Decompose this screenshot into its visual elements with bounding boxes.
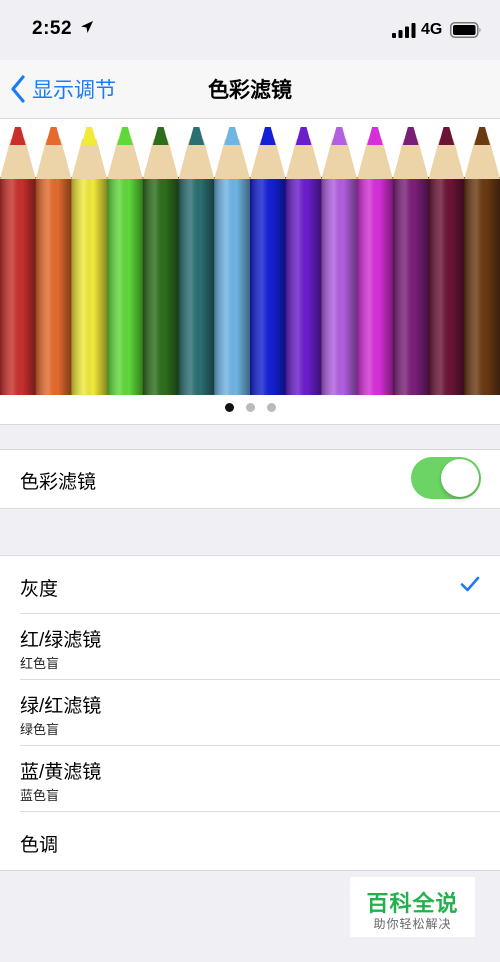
page-dot[interactable] bbox=[245, 403, 255, 412]
pencil bbox=[0, 127, 37, 395]
pencil bbox=[392, 127, 430, 395]
color-preview-carousel[interactable] bbox=[0, 119, 500, 425]
page-dot[interactable] bbox=[224, 403, 234, 412]
color-filters-label: 色彩滤镜 bbox=[20, 472, 97, 493]
filter-option-green-red[interactable]: 绿/红滤镜 绿色盲 bbox=[0, 680, 500, 746]
filter-options-list: 灰度 红/绿滤镜 红色盲 绿/红滤镜 绿色盲 蓝/黄滤镜 蓝色盲 色调 bbox=[0, 555, 500, 871]
colored-pencils-image bbox=[0, 127, 500, 395]
watermark-logo: 百科全说 助你轻松解决 bbox=[350, 877, 475, 937]
filter-option-sublabel: 绿色盲 bbox=[20, 722, 60, 737]
network-type: 4G bbox=[421, 21, 443, 38]
pencil bbox=[214, 127, 251, 395]
pencil bbox=[107, 127, 144, 395]
pencil bbox=[357, 127, 394, 395]
pencil bbox=[464, 127, 500, 395]
checkmark-icon bbox=[460, 576, 480, 592]
location-arrow-icon bbox=[81, 21, 93, 33]
status-time: 2:52 bbox=[32, 18, 73, 39]
filter-option-label: 色调 bbox=[20, 835, 59, 856]
watermark-title: 百科全说 bbox=[366, 891, 459, 916]
filter-option-grayscale[interactable]: 灰度 bbox=[0, 556, 500, 614]
pencil bbox=[428, 127, 465, 395]
color-filters-toggle[interactable] bbox=[411, 457, 481, 499]
page-dot[interactable] bbox=[266, 403, 276, 412]
filter-option-sublabel: 红色盲 bbox=[20, 656, 60, 671]
status-bar: 2:52 4G bbox=[0, 0, 500, 60]
filter-option-blue-yellow[interactable]: 蓝/黄滤镜 蓝色盲 bbox=[0, 746, 500, 812]
toggle-knob bbox=[441, 459, 479, 497]
filter-option-color-tint[interactable]: 色调 bbox=[0, 812, 500, 870]
page-title: 色彩滤镜 bbox=[208, 79, 292, 102]
filter-option-sublabel: 蓝色盲 bbox=[20, 788, 60, 803]
watermark-subtitle: 助你轻松解决 bbox=[373, 917, 452, 931]
navigation-bar: 显示调节 色彩滤镜 bbox=[0, 60, 500, 119]
color-filters-row: 色彩滤镜 bbox=[0, 449, 500, 509]
cellular-signal-icon bbox=[392, 23, 416, 38]
filter-option-label: 红/绿滤镜 bbox=[20, 630, 102, 651]
pencil bbox=[142, 127, 180, 395]
pencil bbox=[71, 127, 108, 395]
filter-option-label: 蓝/黄滤镜 bbox=[20, 762, 102, 783]
pencil bbox=[178, 127, 215, 395]
pencil bbox=[35, 127, 72, 395]
pencil bbox=[321, 127, 358, 395]
filter-option-label: 绿/红滤镜 bbox=[20, 696, 102, 717]
page-indicator[interactable] bbox=[0, 403, 500, 412]
filter-option-red-green[interactable]: 红/绿滤镜 红色盲 bbox=[0, 614, 500, 680]
pencil bbox=[285, 127, 322, 395]
battery-icon bbox=[450, 22, 481, 38]
pencil bbox=[250, 127, 287, 395]
filter-option-label: 灰度 bbox=[20, 579, 59, 600]
